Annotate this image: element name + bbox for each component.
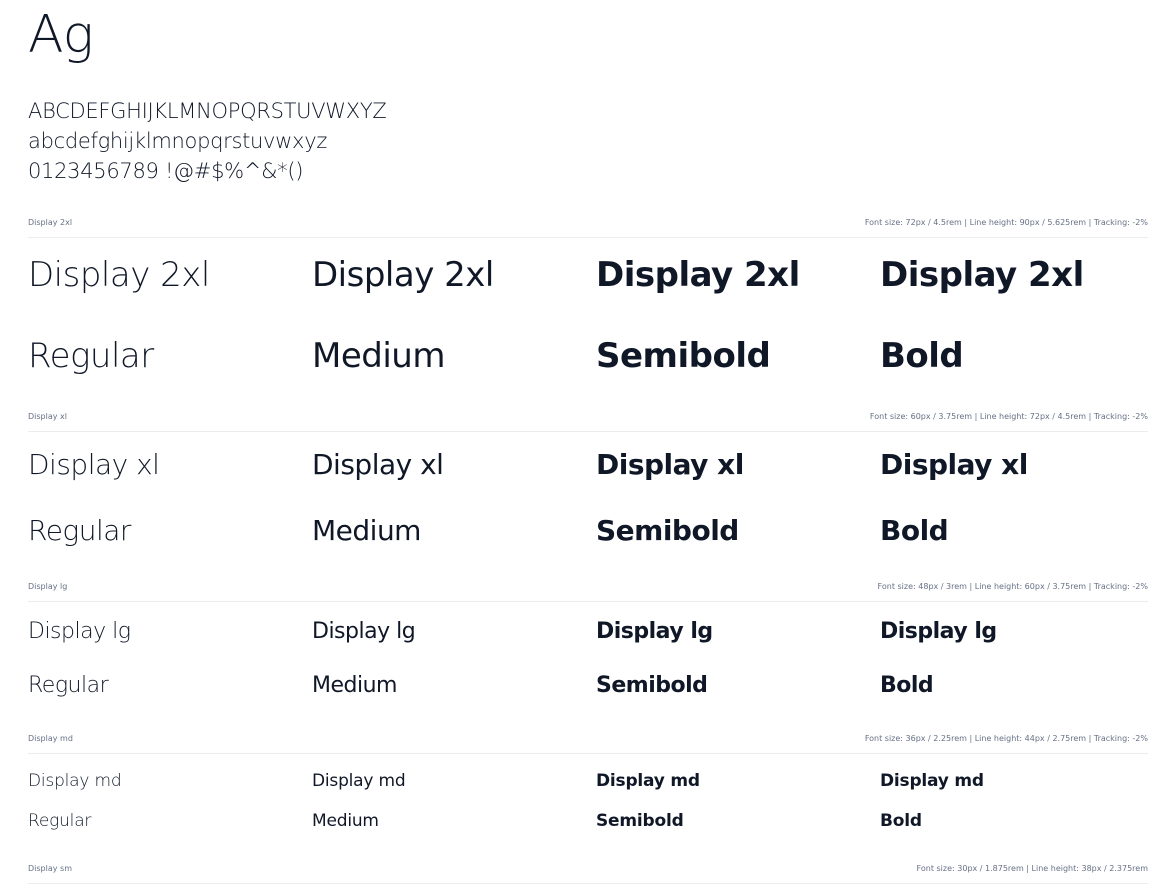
lowercase-alphabet: abcdefghijklmnopqrstuvwxyz [28, 129, 328, 153]
sample-bold: Display lg [880, 619, 997, 644]
divider [28, 601, 1148, 602]
weight-label-regular: Regular [28, 811, 92, 831]
sample-bold: Display xl [880, 448, 1028, 481]
sample-semibold: Display 2xl [596, 255, 800, 295]
section-spec: Font size: 36px / 2.25rem | Line height:… [864, 734, 1148, 743]
sample-regular: Display 2xl [28, 255, 210, 295]
section-header: Display xl Font size: 60px / 3.75rem | L… [28, 410, 1148, 424]
section-header: Display sm Font size: 30px / 1.875rem | … [28, 862, 1148, 876]
weight-label-bold: Bold [880, 514, 949, 547]
section-header: Display md Font size: 36px / 2.25rem | L… [28, 732, 1148, 746]
sample-row: Display 2xl Display 2xl Display 2xl Disp… [28, 255, 1148, 295]
weight-label-medium: Medium [312, 673, 397, 698]
weight-label-regular: Regular [28, 514, 131, 547]
sample-medium: Display md [312, 771, 406, 791]
section-display-md: Display md Font size: 36px / 2.25rem | L… [28, 732, 1148, 831]
section-name: Display md [28, 734, 73, 743]
weight-label-regular: Regular [28, 673, 109, 698]
section-display-lg: Display lg Font size: 48px / 3rem | Line… [28, 580, 1148, 698]
section-display-xl: Display xl Font size: 60px / 3.75rem | L… [28, 410, 1148, 547]
section-spec: Font size: 60px / 3.75rem | Line height:… [869, 412, 1148, 421]
divider [28, 753, 1148, 754]
sample-semibold: Display xl [596, 448, 744, 481]
weight-label-medium: Medium [312, 811, 379, 831]
section-name: Display lg [28, 582, 68, 591]
sample-bold: Display 2xl [880, 255, 1084, 295]
weight-label-bold: Bold [880, 811, 922, 831]
character-set: ABCDEFGHIJKLMNOPQRSTUVWXYZ abcdefghijklm… [28, 96, 387, 186]
weight-label-semibold: Semibold [596, 811, 684, 831]
section-spec: Font size: 72px / 4.5rem | Line height: … [864, 218, 1148, 227]
weight-row: Regular Medium Semibold Bold [28, 514, 1148, 548]
section-name: Display sm [28, 864, 72, 873]
sample-row: Display lg Display lg Display lg Display… [28, 618, 1148, 646]
section-name: Display 2xl [28, 218, 73, 227]
sample-medium: Display xl [312, 448, 444, 481]
divider [28, 431, 1148, 432]
sample-regular: Display md [28, 771, 122, 791]
weight-label-medium: Medium [312, 336, 445, 376]
sample-bold: Display md [880, 771, 984, 791]
weight-row: Regular Medium Semibold Bold [28, 672, 1148, 700]
weight-row: Regular Medium Semibold Bold [28, 336, 1148, 376]
section-name: Display xl [28, 412, 67, 421]
section-header: Display 2xl Font size: 72px / 4.5rem | L… [28, 216, 1148, 230]
uppercase-alphabet: ABCDEFGHIJKLMNOPQRSTUVWXYZ [28, 99, 387, 123]
sample-semibold: Display lg [596, 619, 713, 644]
divider [28, 237, 1148, 238]
weight-label-semibold: Semibold [596, 336, 771, 376]
weight-label-semibold: Semibold [596, 514, 739, 547]
hero-glyphs: Ag [28, 5, 94, 65]
section-header: Display lg Font size: 48px / 3rem | Line… [28, 580, 1148, 594]
section-display-sm: Display sm Font size: 30px / 1.875rem | … [28, 862, 1148, 884]
weight-row: Regular Medium Semibold Bold [28, 810, 1148, 832]
sample-semibold: Display md [596, 771, 700, 791]
digits-and-symbols: 0123456789 !@#$%^&*() [28, 159, 304, 183]
sample-medium: Display 2xl [312, 255, 494, 295]
weight-label-bold: Bold [880, 336, 964, 376]
weight-label-regular: Regular [28, 336, 154, 376]
section-display-2xl: Display 2xl Font size: 72px / 4.5rem | L… [28, 216, 1148, 376]
sample-regular: Display lg [28, 619, 131, 644]
sample-regular: Display xl [28, 448, 160, 481]
weight-label-medium: Medium [312, 514, 421, 547]
section-spec: Font size: 48px / 3rem | Line height: 60… [877, 582, 1148, 591]
weight-label-semibold: Semibold [596, 673, 708, 698]
sample-row: Display md Display md Display md Display… [28, 770, 1148, 792]
weight-label-bold: Bold [880, 673, 934, 698]
section-spec: Font size: 30px / 1.875rem | Line height… [916, 864, 1148, 873]
sample-medium: Display lg [312, 619, 416, 644]
divider [28, 883, 1148, 884]
sample-row: Display xl Display xl Display xl Display… [28, 448, 1148, 482]
